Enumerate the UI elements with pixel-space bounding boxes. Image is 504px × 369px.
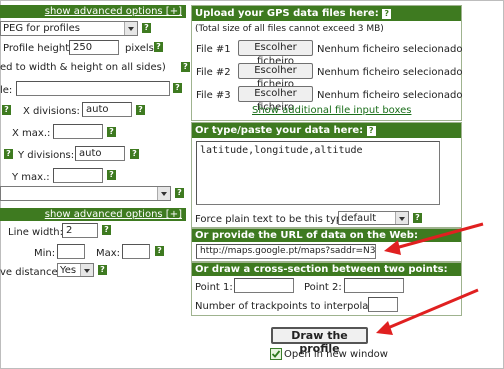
arrow-to-url-input [384, 222, 484, 255]
arrow-to-draw-button [376, 288, 479, 335]
annotation-arrows [376, 222, 484, 335]
